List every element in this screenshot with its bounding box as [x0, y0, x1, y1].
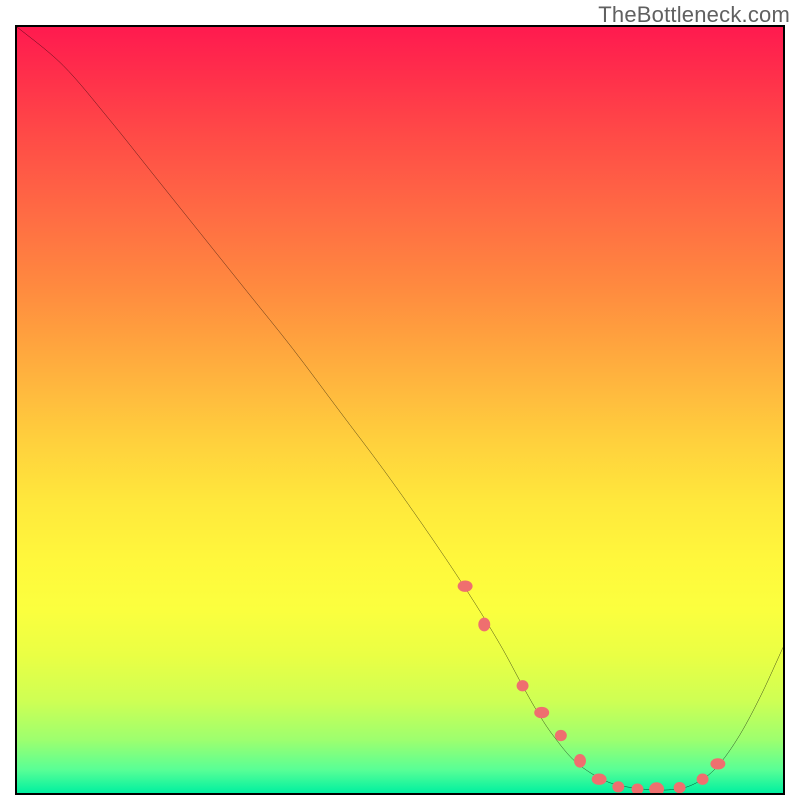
chart-svg — [17, 27, 783, 793]
curve-dot — [478, 618, 490, 632]
chart-stage: TheBottleneck.com — [0, 0, 800, 800]
curve-dot — [517, 680, 529, 691]
curve-dot — [674, 782, 686, 793]
curve-dot — [555, 730, 567, 741]
curve-dot — [534, 707, 549, 718]
curve-dot — [458, 581, 473, 592]
curve-dot — [612, 781, 624, 792]
curve-dot — [710, 758, 725, 769]
plot-area — [15, 25, 785, 795]
curve-dot — [592, 774, 607, 785]
curve-dot — [574, 754, 586, 768]
curve-dot — [631, 783, 643, 793]
curve-dot — [649, 782, 664, 793]
bottleneck-curve — [17, 27, 783, 790]
curve-dot — [697, 774, 709, 785]
curve-dots-group — [458, 581, 726, 793]
